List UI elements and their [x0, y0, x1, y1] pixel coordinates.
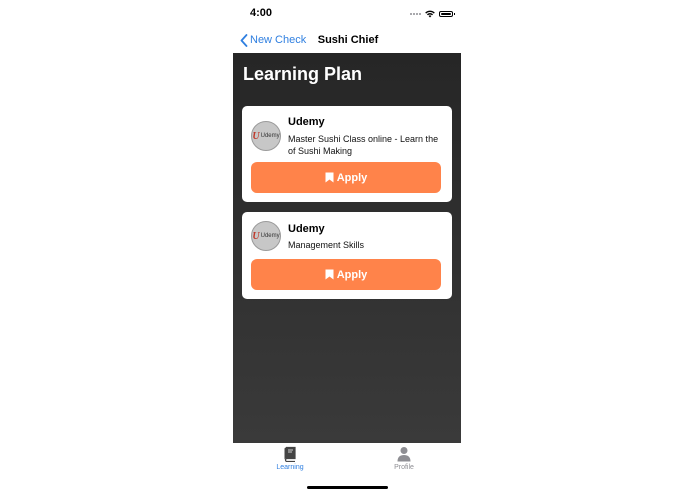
course-card: U Udemy Udemy Master Sushi Class online -… — [242, 106, 452, 202]
course-description: Master Sushi Class online - Learn the of… — [288, 134, 439, 156]
udemy-logo: U Udemy — [251, 121, 281, 151]
course-provider: Udemy — [288, 116, 325, 128]
tab-learning[interactable]: Learning — [233, 446, 347, 471]
navigation-bar: New Check Sushi Chief — [233, 28, 461, 53]
status-icons — [410, 8, 455, 20]
home-indicator — [307, 486, 388, 489]
phone-screen: 4:00 New Check Sushi Chief Learning Plan… — [233, 0, 461, 494]
tab-bar: Learning Profile — [233, 443, 461, 494]
bookmark-icon — [325, 172, 334, 183]
tab-label: Profile — [394, 464, 414, 471]
cellular-signal-icon — [410, 13, 421, 15]
learning-plan-content[interactable]: Learning Plan U Udemy Udemy Master Sushi … — [233, 53, 461, 443]
course-provider: Udemy — [288, 223, 325, 235]
status-time: 4:00 — [250, 7, 273, 19]
course-description: Management Skills — [288, 240, 365, 250]
book-icon — [282, 446, 298, 463]
status-bar: 4:00 — [233, 0, 461, 28]
tab-label: Learning — [276, 464, 304, 471]
nav-title: Sushi Chief — [317, 34, 379, 46]
battery-icon — [439, 11, 455, 17]
apply-button-label: Apply — [336, 268, 368, 281]
apply-button[interactable]: Apply — [251, 259, 441, 290]
bookmark-icon — [325, 269, 334, 280]
page-title: Learning Plan — [243, 64, 363, 84]
apply-button[interactable]: Apply — [251, 162, 441, 193]
course-card: U Udemy Udemy Management Skills Apply — [242, 212, 452, 299]
wifi-icon — [425, 10, 435, 18]
apply-button-label: Apply — [336, 171, 368, 184]
udemy-logo: U Udemy — [251, 221, 281, 251]
person-icon — [396, 446, 412, 462]
tab-profile[interactable]: Profile — [347, 446, 461, 471]
